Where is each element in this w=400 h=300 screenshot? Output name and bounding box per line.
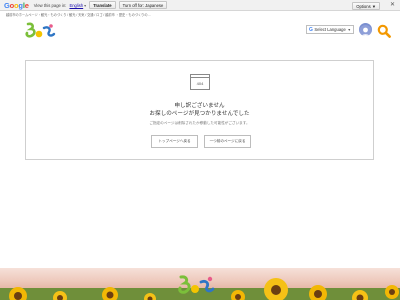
error-title-line2: お探しのページが見つかりませんでした <box>149 111 250 117</box>
translate-language-link[interactable]: English <box>69 3 83 8</box>
search-icon[interactable] <box>377 23 391 42</box>
page-404-icon: 404 <box>190 74 210 90</box>
error-subtext: ご指定のページは削除されたか移動した可能性がございます。 <box>149 121 250 125</box>
options-button[interactable]: Options ▼ <box>352 1 380 10</box>
footer-logo <box>176 274 216 300</box>
breadcrumb[interactable]: 越前市のホームページ・観光・ものづくり / 観光 / 天気 / 交通 / ロゴ … <box>6 12 151 17</box>
chevron-down-icon[interactable]: ▾ <box>84 3 86 8</box>
window-bar <box>191 75 209 78</box>
page-404-icon-label: 404 <box>196 81 204 86</box>
user-icon[interactable] <box>359 23 372 36</box>
google-g-icon: G <box>309 26 313 33</box>
site-logo[interactable] <box>24 22 56 44</box>
turn-off-button[interactable]: Turn off for: Japanese <box>118 1 168 9</box>
translate-bar: Google View this page in: English ▾ Tran… <box>0 0 400 11</box>
back-to-top-button[interactable]: トップページへ戻る <box>151 135 198 148</box>
translate-prompt: View this page in: <box>33 2 67 8</box>
translate-button[interactable]: Translate <box>89 1 116 9</box>
footer-banner <box>0 268 400 300</box>
error-title-line1: 申し訳ございません <box>174 103 225 109</box>
site-header: G Select Language ▼ <box>0 18 400 44</box>
language-select[interactable]: G Select Language ▼ <box>306 25 354 34</box>
language-select-label: Select Language <box>314 27 346 32</box>
close-icon[interactable]: ✕ <box>390 1 395 8</box>
google-logo: Google <box>4 0 29 10</box>
chevron-down-icon: ▼ <box>347 27 351 32</box>
not-found-panel: 404 申し訳ございません お探しのページが見つかりませんでした ご指定のページ… <box>25 60 374 160</box>
back-to-previous-button[interactable]: 一つ前のページに戻る <box>204 135 251 148</box>
